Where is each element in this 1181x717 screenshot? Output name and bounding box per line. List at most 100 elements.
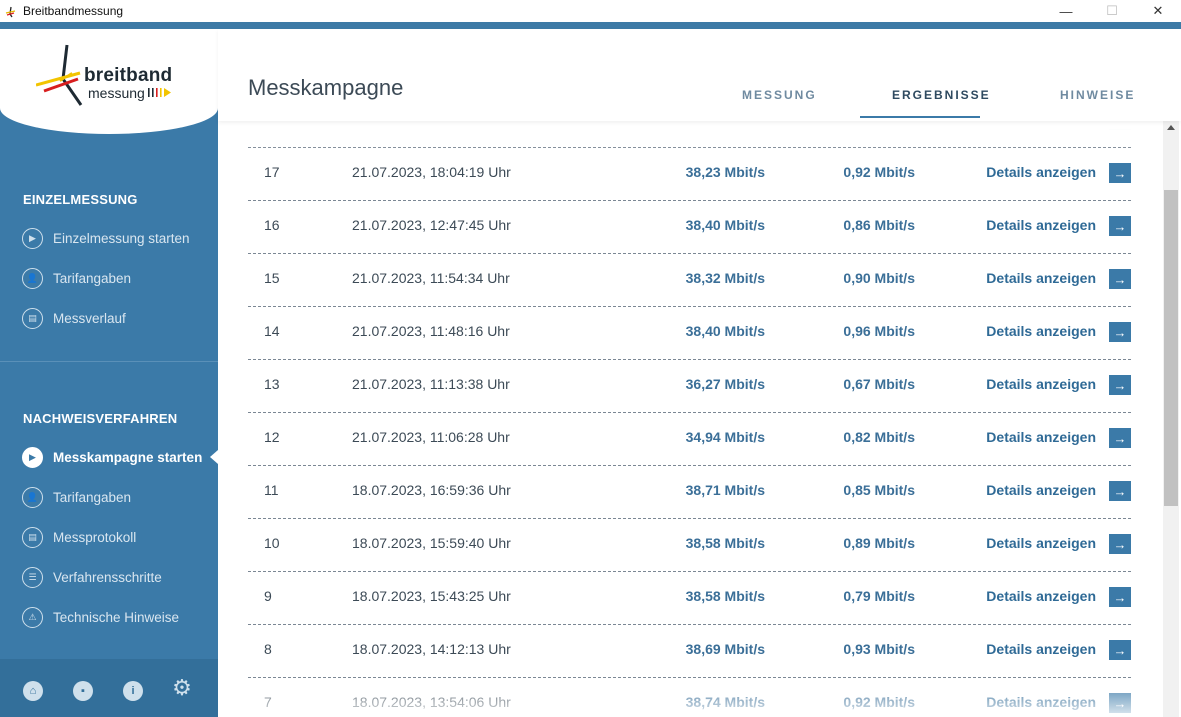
download-speed: 38,23 Mbit/s (685, 164, 765, 180)
upload-speed: 0,86 Mbit/s (843, 217, 915, 233)
document-icon: ▤ (22, 526, 43, 548)
details-link[interactable]: Details anzeigen (986, 121, 1096, 127)
details-link[interactable]: Details anzeigen (986, 641, 1096, 657)
breitbandmessung-logo[interactable]: breitband messung (36, 43, 186, 113)
table-row: 16 21.07.2023, 12:47:45 Uhr 38,40 Mbit/s 0,… (248, 201, 1131, 254)
top-accent-stripe (0, 22, 1181, 29)
measurement-number: 12 (264, 429, 280, 445)
details-link[interactable]: Details anzeigen (986, 535, 1096, 551)
window-title: Breitbandmessung (23, 4, 124, 18)
upload-speed: 0,96 Mbit/s (843, 323, 915, 339)
nav-label: Messprotokoll (53, 529, 137, 545)
table-row: 11 18.07.2023, 16:59:36 Uhr 38,71 Mbit/s 0,… (248, 466, 1131, 519)
arrow-right-icon[interactable]: → (1109, 693, 1131, 713)
sidebar: breitband messung EINZELMESSUNG ▶ Einzel… (0, 29, 218, 717)
arrow-right-icon[interactable]: → (1109, 428, 1131, 448)
measurement-number: 18 (264, 121, 280, 127)
arrow-right-icon[interactable]: → (1109, 640, 1131, 660)
scroll-up-arrow-icon[interactable] (1167, 125, 1175, 130)
measurement-datetime: 18.07.2023, 15:43:25 Uhr (352, 588, 511, 604)
details-link[interactable]: Details anzeigen (986, 429, 1096, 445)
arrow-right-icon[interactable]: → (1109, 216, 1131, 236)
upload-speed: 0,92 Mbit/s (843, 164, 915, 180)
details-link[interactable]: Details anzeigen (986, 164, 1096, 180)
details-link[interactable]: Details anzeigen (986, 376, 1096, 392)
arrow-right-icon[interactable]: → (1109, 587, 1131, 607)
measurement-datetime: 21.07.2023, 11:06:28 Uhr (352, 429, 510, 445)
logo-text-messung: messung (88, 85, 173, 101)
download-speed: 38,40 Mbit/s (685, 323, 765, 339)
measurement-datetime: 18.07.2023, 13:54:06 Uhr (352, 694, 511, 710)
download-speed: 38,58 Mbit/s (685, 588, 765, 604)
minimize-button[interactable]: — (1043, 0, 1089, 22)
arrow-right-icon[interactable]: → (1109, 121, 1131, 130)
table-row: 15 21.07.2023, 11:54:34 Uhr 38,32 Mbit/s 0,… (248, 254, 1131, 307)
arrow-right-icon[interactable]: → (1109, 481, 1131, 501)
tab-hinweise[interactable]: HINWEISE (1060, 88, 1135, 102)
gear-icon[interactable]: ⚙ (172, 675, 192, 700)
details-link[interactable]: Details anzeigen (986, 323, 1096, 339)
nav-label: Messkampagne starten (53, 449, 203, 465)
sidebar-divider (0, 361, 218, 362)
table-row: 8 18.07.2023, 14:12:13 Uhr 38,69 Mbit/s 0,9… (248, 625, 1131, 678)
arrow-right-icon[interactable]: → (1109, 269, 1131, 289)
tab-ergebnisse[interactable]: ERGEBNISSE (892, 88, 991, 102)
details-link[interactable]: Details anzeigen (986, 482, 1096, 498)
measurement-number: 7 (264, 694, 272, 710)
nav-label: Tarifangaben (53, 489, 132, 505)
table-row: 13 21.07.2023, 11:13:38 Uhr 36,27 Mbit/s 0,… (248, 360, 1131, 413)
arrow-right-icon[interactable]: → (1109, 375, 1131, 395)
download-speed: 38,40 Mbit/s (685, 217, 765, 233)
upload-speed: 0,85 Mbit/s (843, 482, 915, 498)
nav-verfahrensschritte[interactable]: ☰ Verfahrensschritte (22, 565, 212, 589)
details-link[interactable]: Details anzeigen (986, 588, 1096, 604)
home-icon[interactable]: ⌂ (23, 681, 43, 701)
download-speed: 38,58 Mbit/s (685, 535, 765, 551)
maximize-button[interactable]: ☐ (1089, 0, 1135, 22)
details-link[interactable]: Details anzeigen (986, 217, 1096, 233)
upload-speed: 0,82 Mbit/s (843, 429, 915, 445)
arrow-right-icon[interactable]: → (1109, 322, 1131, 342)
nav-tarifangaben-nachweis[interactable]: 👤 Tarifangaben (22, 485, 212, 509)
measurement-number: 15 (264, 270, 280, 286)
arrow-right-icon[interactable]: → (1109, 534, 1131, 554)
nav-messprotokoll[interactable]: ▤ Messprotokoll (22, 525, 212, 549)
details-link[interactable]: Details anzeigen (986, 270, 1096, 286)
download-speed: 38,74 Mbit/s (685, 694, 765, 710)
upload-speed: 0,94 Mbit/s (843, 121, 915, 127)
tab-messung[interactable]: MESSUNG (742, 88, 817, 102)
measurement-datetime: 18.07.2023, 14:12:13 Uhr (352, 641, 511, 657)
results-list: 18 21.07.2023, 18:20:32 Uhr 38,18 Mbit/s 0,… (218, 121, 1163, 717)
measurement-datetime: 21.07.2023, 18:20:32 Uhr (352, 121, 511, 127)
logo-area: breitband messung (0, 29, 218, 134)
close-button[interactable]: ✕ (1135, 0, 1181, 22)
section-title-nachweisverfahren: NACHWEISVERFAHREN (23, 411, 178, 426)
nav-einzelmessung-starten[interactable]: ▶ Einzelmessung starten (22, 226, 212, 250)
play-circle-icon: ▶ (22, 227, 43, 249)
download-speed: 38,32 Mbit/s (685, 270, 765, 286)
measurement-number: 14 (264, 323, 280, 339)
results-scrollbar[interactable] (1163, 121, 1179, 717)
download-speed: 34,94 Mbit/s (685, 429, 765, 445)
download-speed: 38,71 Mbit/s (685, 482, 765, 498)
measurement-number: 16 (264, 217, 280, 233)
nav-tarifangaben-einzel[interactable]: 👤 Tarifangaben (22, 266, 212, 290)
nav-messkampagne-starten[interactable]: ▶ Messkampagne starten (22, 445, 212, 469)
details-link[interactable]: Details anzeigen (986, 694, 1096, 710)
scroll-thumb[interactable] (1164, 190, 1178, 506)
page-header: Messkampagne MESSUNG ERGEBNISSE HINWEISE (218, 29, 1181, 121)
measurement-number: 13 (264, 376, 280, 392)
nav-technische-hinweise[interactable]: ⚠ Technische Hinweise (22, 605, 212, 629)
warning-icon: ⚠ (22, 606, 43, 628)
nav-label: Tarifangaben (53, 270, 132, 286)
arrow-right-icon[interactable]: → (1109, 163, 1131, 183)
download-speed: 38,69 Mbit/s (685, 641, 765, 657)
chat-icon[interactable]: ▪ (73, 681, 93, 701)
app-icon (5, 5, 17, 18)
measurement-number: 8 (264, 641, 272, 657)
section-title-einzelmessung: EINZELMESSUNG (23, 192, 138, 207)
info-icon[interactable]: i (123, 681, 143, 701)
download-speed: 36,27 Mbit/s (685, 376, 765, 392)
nav-messverlauf[interactable]: ▤ Messverlauf (22, 306, 212, 330)
measurement-number: 9 (264, 588, 272, 604)
